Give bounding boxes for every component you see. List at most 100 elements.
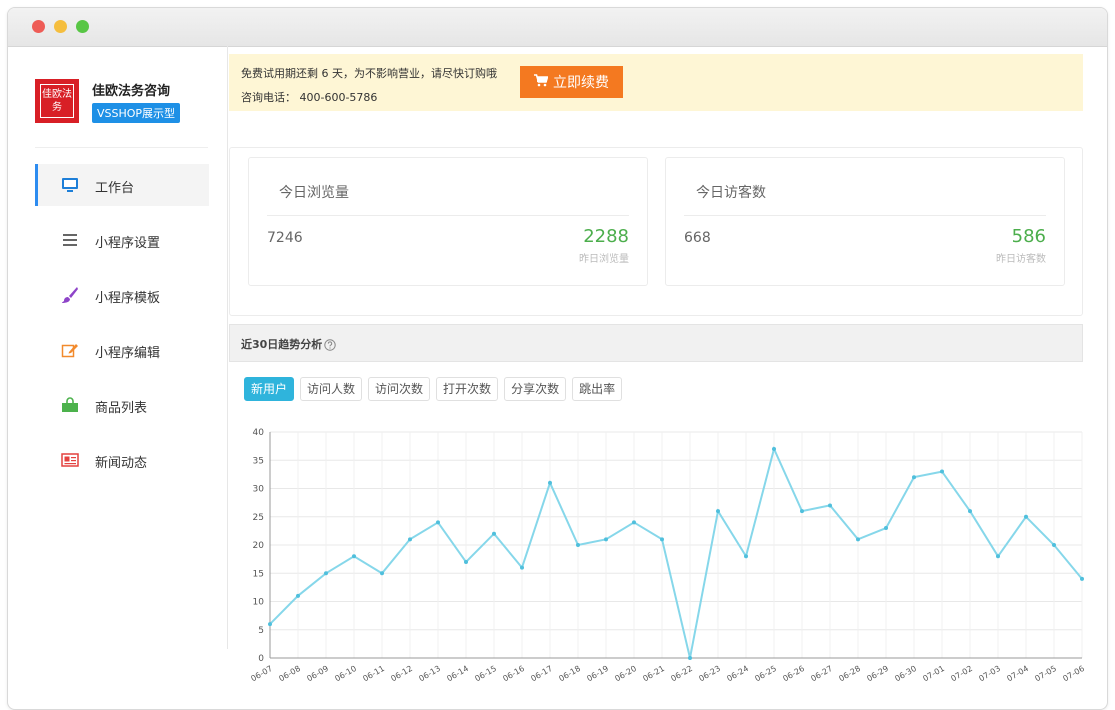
tab-bounce-rate[interactable]: 跳出率 (572, 377, 623, 401)
tab-visits[interactable]: 访问次数 (368, 377, 431, 401)
x-tick-label: 06-12 (389, 664, 414, 682)
data-point (520, 565, 524, 570)
x-tick-label: 06-09 (305, 664, 330, 682)
sidebar: 佳欧法务 佳欧法务咨询 VSSHOP展示型 工作台 小程序设置 小程序模板 小程… (8, 46, 228, 709)
sidebar-item-label: 小程序模板 (95, 291, 161, 306)
trend-header: 近30日趋势分析 (229, 324, 1083, 362)
stat-divider (684, 215, 1046, 216)
monitor-icon (61, 177, 79, 193)
sidebar-item-news[interactable]: 新闻动态 (35, 439, 209, 481)
minimize-window-button[interactable] (54, 20, 67, 33)
data-point (548, 480, 552, 485)
y-tick-label: 30 (253, 485, 265, 495)
data-point (716, 509, 720, 514)
x-tick-label: 06-28 (837, 664, 862, 682)
sidebar-nav: 工作台 小程序设置 小程序模板 小程序编辑 商品列表 新闻动态 (35, 164, 209, 494)
data-point (380, 571, 384, 576)
stat-compare-value: 2288 (583, 226, 629, 247)
data-point (884, 526, 888, 531)
data-point (324, 571, 328, 576)
data-point (856, 537, 860, 542)
brush-icon (61, 287, 79, 303)
sidebar-item-workbench[interactable]: 工作台 (35, 164, 209, 206)
data-point (772, 446, 776, 451)
x-tick-label: 06-17 (529, 664, 554, 682)
sidebar-item-miniapp-settings[interactable]: 小程序设置 (35, 219, 209, 261)
y-tick-label: 5 (258, 626, 264, 636)
data-point (912, 475, 916, 480)
tab-new-users[interactable]: 新用户 (244, 377, 295, 401)
renew-button[interactable]: 立即续费 (520, 66, 623, 98)
x-tick-label: 06-21 (641, 664, 666, 682)
edit-icon (61, 342, 79, 358)
data-point (800, 509, 804, 514)
x-tick-label: 06-22 (669, 664, 694, 682)
data-point (1052, 543, 1056, 547)
tab-opens[interactable]: 打开次数 (436, 377, 499, 401)
stat-value: 668 (684, 230, 711, 246)
stat-divider (267, 215, 629, 216)
sidebar-divider (35, 147, 208, 148)
data-point (744, 554, 748, 559)
stat-value: 7246 (267, 230, 303, 246)
x-tick-label: 06-15 (473, 664, 498, 682)
x-tick-label: 06-29 (865, 664, 890, 682)
data-point (576, 543, 580, 547)
data-point (604, 537, 608, 542)
x-tick-label: 06-18 (557, 664, 582, 682)
y-tick-label: 20 (253, 541, 265, 551)
stat-card-pageviews: 今日浏览量 7246 2288 昨日浏览量 (248, 157, 648, 286)
data-point (492, 531, 496, 536)
stat-title: 今日访客数 (696, 185, 766, 201)
y-tick-label: 15 (253, 569, 264, 579)
x-tick-label: 07-01 (921, 664, 946, 682)
data-point (996, 554, 1000, 559)
contact-phone: 咨询电话： 400-600-5786 (241, 91, 378, 104)
tab-shares[interactable]: 分享次数 (504, 377, 567, 401)
sidebar-item-label: 商品列表 (95, 401, 148, 416)
brand: 佳欧法务 佳欧法务咨询 VSSHOP展示型 (35, 79, 215, 139)
sidebar-item-label: 小程序编辑 (95, 346, 161, 361)
x-tick-label: 06-20 (613, 664, 638, 682)
data-point (464, 559, 468, 564)
stat-compare-label: 昨日浏览量 (579, 254, 629, 265)
plan-badge: VSSHOP展示型 (92, 103, 181, 123)
list-icon (61, 232, 79, 248)
x-tick-label: 06-24 (725, 664, 750, 682)
x-tick-label: 06-10 (333, 664, 358, 682)
stat-compare-label: 昨日访客数 (996, 254, 1046, 265)
stats-panel: 今日浏览量 7246 2288 昨日浏览量 今日访客数 668 586 昨日访客… (229, 147, 1083, 316)
y-tick-label: 40 (253, 428, 265, 438)
tab-visitors[interactable]: 访问人数 (300, 377, 363, 401)
sidebar-item-product-list[interactable]: 商品列表 (35, 384, 209, 426)
sidebar-item-label: 新闻动态 (95, 456, 148, 471)
brand-name: 佳欧法务咨询 (92, 84, 171, 99)
x-tick-label: 06-11 (361, 664, 386, 682)
data-point (1080, 576, 1084, 581)
sidebar-item-miniapp-editor[interactable]: 小程序编辑 (35, 329, 209, 371)
shopping-bag-icon (61, 397, 79, 413)
x-tick-label: 06-26 (781, 664, 806, 682)
data-point (352, 554, 356, 559)
maximize-window-button[interactable] (76, 20, 89, 33)
trial-notice-text: 免费试用期还剩 6 天，为不影响营业，请尽快订购哦 (241, 67, 497, 80)
x-tick-label: 07-04 (1005, 664, 1030, 682)
y-tick-label: 35 (253, 456, 264, 466)
data-point (660, 537, 664, 542)
help-icon[interactable] (324, 336, 336, 351)
x-tick-label: 06-27 (809, 664, 834, 682)
close-window-button[interactable] (32, 20, 45, 33)
data-point (296, 593, 300, 598)
data-point (408, 537, 412, 542)
x-tick-label: 07-06 (1061, 664, 1086, 682)
data-point (940, 469, 944, 474)
x-tick-label: 07-02 (949, 664, 974, 682)
sidebar-item-label: 工作台 (95, 181, 135, 196)
series-line (269, 445, 1083, 659)
x-tick-label: 07-05 (1033, 664, 1058, 682)
sidebar-item-miniapp-templates[interactable]: 小程序模板 (35, 274, 209, 316)
x-tick-label: 06-07 (249, 664, 274, 682)
data-point (688, 656, 692, 660)
data-point (968, 509, 972, 514)
x-tick-label: 06-16 (501, 664, 526, 682)
